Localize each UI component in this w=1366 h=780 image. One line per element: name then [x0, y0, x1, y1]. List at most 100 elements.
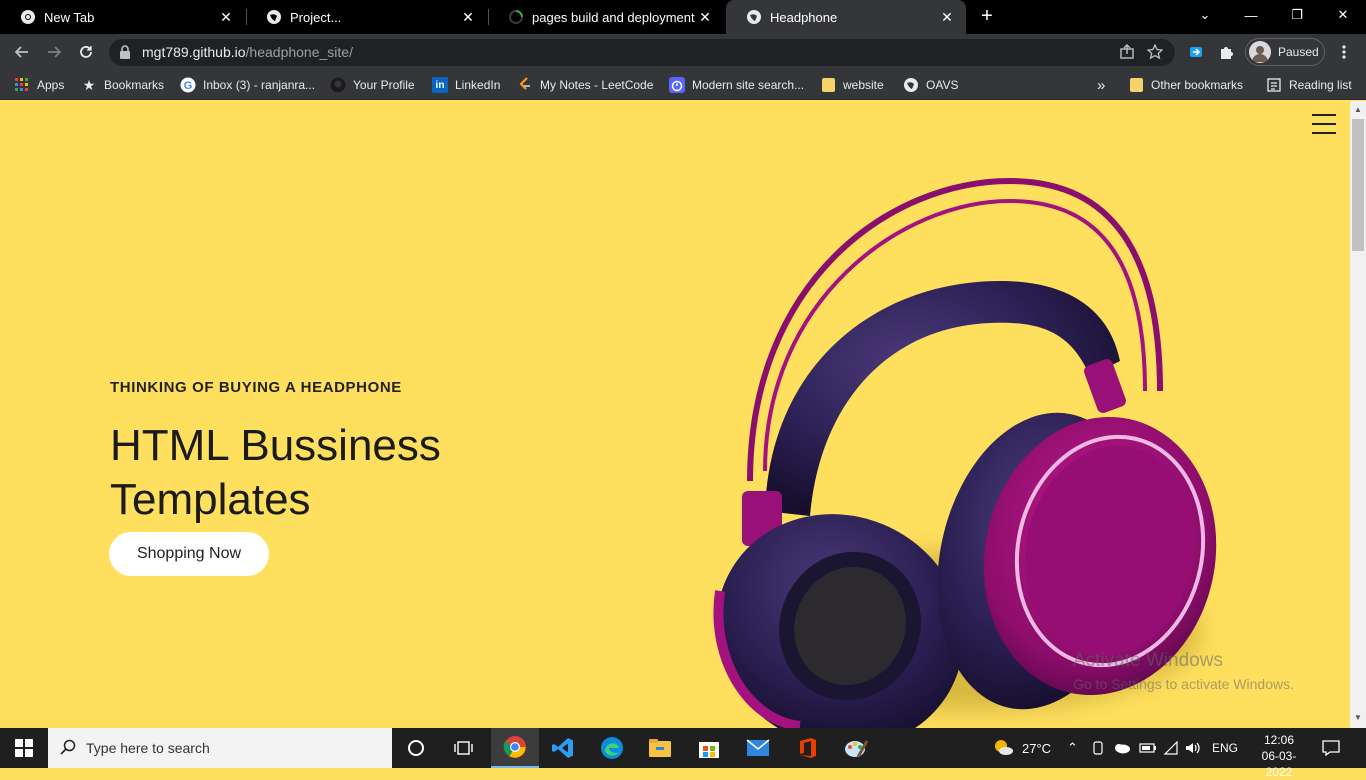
stopwatch-icon — [669, 77, 685, 93]
search-placeholder: Type here to search — [86, 740, 210, 756]
tab-pages-build[interactable]: pages build and deployment · Mgt ✕ — [488, 0, 724, 34]
scroll-up-arrow-icon[interactable]: ▲ — [1354, 105, 1362, 114]
address-bar[interactable]: mgt789.github.io/headphone_site/ — [109, 39, 1175, 66]
extensions-puzzle-icon[interactable] — [1215, 41, 1237, 63]
bookmark-label: LinkedIn — [455, 78, 501, 92]
profile-button[interactable]: Paused — [1245, 38, 1325, 66]
globe-icon — [746, 9, 762, 25]
bookmark-leetcode[interactable]: My Notes - LeetCode — [517, 76, 653, 94]
weather-widget[interactable]: 27°C — [992, 728, 1051, 768]
bookmark-inbox[interactable]: G Inbox (3) - ranjanra... — [180, 76, 315, 94]
bookmark-apps[interactable]: Apps — [14, 76, 64, 94]
folder-icon — [820, 77, 836, 93]
restore-button[interactable]: ❐ — [1274, 0, 1320, 30]
onedrive-cloud-icon[interactable] — [1113, 728, 1131, 768]
bookmark-label: Apps — [37, 78, 65, 92]
paint-icon[interactable] — [832, 728, 880, 768]
url-domain: mgt789.github.io — [142, 44, 246, 60]
hamburger-menu-icon[interactable] — [1312, 114, 1336, 136]
scrollbar-thumb[interactable] — [1352, 119, 1364, 251]
volume-icon[interactable] — [1185, 728, 1201, 768]
bookmarks-overflow-button[interactable]: » — [1097, 76, 1105, 94]
battery-icon[interactable] — [1139, 728, 1157, 768]
new-tab-button[interactable]: + — [976, 6, 998, 28]
close-tab-icon[interactable]: ✕ — [217, 9, 235, 26]
bookmark-linkedin[interactable]: in LinkedIn — [432, 76, 500, 94]
tab-title: pages build and deployment · Mgt — [532, 9, 696, 25]
lock-icon[interactable] — [119, 45, 133, 59]
kebab-menu-icon[interactable] — [1333, 41, 1355, 63]
close-window-button[interactable]: ✕ — [1320, 0, 1366, 30]
google-icon: G — [180, 77, 196, 93]
cortana-icon[interactable] — [392, 728, 440, 768]
hero-subtitle: THINKING OF BUYING A HEADPHONE — [110, 379, 402, 396]
hero-section: THINKING OF BUYING A HEADPHONE HTML Buss… — [109, 379, 470, 576]
bookmark-label: My Notes - LeetCode — [540, 78, 654, 92]
linkedin-icon: in — [432, 77, 448, 93]
mail-icon[interactable] — [734, 728, 782, 768]
weather-temperature: 27°C — [1022, 740, 1052, 756]
close-tab-icon[interactable]: ✕ — [938, 9, 956, 26]
task-view-icon[interactable] — [440, 728, 488, 768]
globe-icon — [903, 77, 919, 93]
file-explorer-icon[interactable] — [636, 728, 684, 768]
bookmark-oavs[interactable]: OAVS — [903, 76, 958, 94]
vscode-icon[interactable] — [539, 728, 587, 768]
bookmark-label: OAVS — [926, 78, 959, 92]
reload-icon[interactable] — [75, 41, 97, 63]
back-arrow-icon[interactable] — [11, 41, 33, 63]
tab-title: Project... — [290, 9, 342, 25]
page-scrollbar[interactable]: ▲ ▼ — [1350, 101, 1366, 728]
bookmark-your-profile[interactable]: Your Profile — [330, 76, 415, 94]
start-button[interactable] — [0, 728, 48, 768]
bookmark-website-folder[interactable]: website — [820, 76, 884, 94]
chrome-taskbar-icon[interactable] — [491, 728, 539, 768]
github-icon — [330, 77, 346, 93]
tab-strip: New Tab ✕ Project... ✕ pages build and d… — [0, 0, 1366, 34]
bookmark-modern-site-search[interactable]: Modern site search... — [669, 76, 804, 94]
tab-project[interactable]: Project... ✕ — [246, 0, 487, 34]
scroll-down-arrow-icon[interactable]: ▼ — [1354, 713, 1362, 722]
taskbar-clock[interactable]: 12:06 06-03-2022 — [1252, 732, 1306, 780]
clock-date: 06-03-2022 — [1261, 749, 1297, 779]
close-tab-icon[interactable]: ✕ — [459, 9, 477, 26]
language-indicator[interactable]: ENG — [1212, 728, 1238, 768]
tab-title: Headphone — [770, 9, 838, 25]
shopping-now-button[interactable]: Shopping Now — [109, 532, 269, 576]
wifi-icon[interactable] — [1163, 728, 1179, 768]
notification-icon[interactable] — [1322, 728, 1340, 768]
url-text[interactable]: mgt789.github.io/headphone_site/ — [142, 44, 353, 60]
taskbar-search-box[interactable]: Type here to search — [48, 728, 392, 768]
bookmark-label: Bookmarks — [104, 78, 165, 92]
headphone-image — [713, 177, 1217, 728]
show-hidden-icons-chevron-icon[interactable]: ⌃ — [1067, 728, 1078, 768]
tab-new-tab[interactable]: New Tab ✕ — [0, 0, 245, 34]
close-tab-icon[interactable]: ✕ — [696, 9, 714, 26]
forward-arrow-icon[interactable] — [43, 41, 65, 63]
minimize-button[interactable]: — — [1228, 0, 1274, 30]
activate-windows-watermark: Activate Windows Go to Settings to activ… — [1073, 650, 1294, 692]
share-icon[interactable] — [1119, 44, 1135, 65]
extension-icon[interactable] — [1185, 41, 1207, 63]
reading-list-button[interactable]: Reading list — [1266, 76, 1352, 94]
apps-grid-icon — [14, 77, 30, 93]
bookmark-star-icon[interactable] — [1146, 43, 1164, 65]
tab-title: New Tab — [44, 9, 95, 25]
device-icon[interactable] — [1091, 728, 1105, 768]
bookmark-bookmarks[interactable]: ★ Bookmarks — [81, 76, 164, 94]
office-icon[interactable] — [784, 728, 832, 768]
bookmarks-bar: Apps ★ Bookmarks G Inbox (3) - ranjanra.… — [0, 70, 1366, 100]
watermark-title: Activate Windows — [1073, 650, 1223, 671]
clock-time: 12:06 — [1263, 733, 1295, 747]
bookmark-label: Modern site search... — [692, 78, 805, 92]
tab-search-button[interactable]: ⌄ — [1182, 0, 1228, 30]
edge-icon[interactable] — [588, 728, 636, 768]
other-bookmarks-folder[interactable]: Other bookmarks — [1128, 76, 1243, 94]
other-bookmarks-label: Other bookmarks — [1151, 78, 1244, 92]
tab-headphone[interactable]: Headphone ✕ — [726, 0, 966, 34]
globe-icon — [266, 9, 282, 25]
bookmark-label: website — [843, 78, 884, 92]
reading-list-label: Reading list — [1289, 78, 1352, 92]
star-icon: ★ — [82, 76, 96, 93]
microsoft-store-icon[interactable] — [685, 728, 733, 768]
